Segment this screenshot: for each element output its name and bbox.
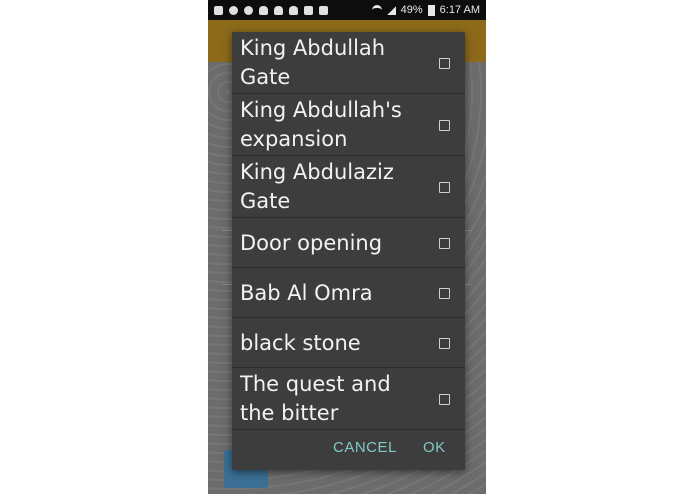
status-right: 49% 6:17 AM [371,4,486,16]
dialog-list-item[interactable]: Door opening [232,218,465,268]
item-label-line: King Abdullah's [240,98,402,122]
wifi-icon [371,4,382,16]
status-bar: 49% 6:17 AM [208,0,486,20]
item-label: King Abdulaziz Gate [240,158,428,216]
item-label: Bab Al Omra [240,279,428,308]
item-label-line: the bitter [240,401,339,425]
checkbox[interactable] [439,237,450,249]
item-label: King Abdullah's expansion [240,96,428,154]
dialog-list-item[interactable]: black stone [232,318,465,368]
clock: 6:17 AM [439,4,480,16]
checkbox[interactable] [439,287,450,299]
phone-screen: 49% 6:17 AM King Abdullah Gate King Abdull… [208,0,486,494]
item-label-line: King Abdulaziz [240,160,394,184]
refresh-icon [229,5,238,15]
battery-percent: 49% [400,4,423,16]
checkbox[interactable] [439,119,450,131]
checkbox[interactable] [439,393,450,405]
dialog-list-item[interactable]: The quest and the bitter [232,368,465,430]
item-label: King Abdullah Gate [240,34,428,92]
dialog-actions: CANCEL OK [232,428,465,468]
messaging-icon [214,5,223,15]
item-label-line: Gate [240,65,291,89]
checkbox[interactable] [439,57,450,69]
item-label: Door opening [240,229,428,258]
item-label-line: Bab Al Omra [240,280,373,305]
item-label-line: black stone [240,330,361,355]
cancel-button[interactable]: CANCEL [333,439,397,456]
snapchat-icon [289,5,298,15]
dialog-list-item[interactable]: Bab Al Omra [232,268,465,318]
clipboard-icon [319,5,328,15]
snapchat-icon [274,5,283,15]
item-label-line: Door opening [240,230,383,255]
multi-select-dialog: King Abdullah Gate King Abdullah's expansio… [232,32,465,470]
ok-button[interactable]: OK [423,439,446,456]
notification-icons [208,5,328,15]
item-label-line: King Abdullah [240,36,386,60]
item-label: black stone [240,329,428,358]
snapchat-icon [259,5,268,15]
item-label-line: Gate [240,189,291,213]
battery-icon [427,4,435,16]
dialog-list-item[interactable]: King Abdullah's expansion [232,94,465,156]
image-icon [304,5,313,15]
checkbox[interactable] [439,337,450,349]
checkbox[interactable] [439,181,450,193]
signal-icon [386,5,396,15]
dialog-list-item[interactable]: King Abdulaziz Gate [232,156,465,218]
dialog-list-item[interactable]: King Abdullah Gate [232,32,465,94]
whatsapp-icon [244,5,253,15]
item-label-line: The quest and [240,372,391,396]
item-label: The quest and the bitter [240,370,428,428]
item-label-line: expansion [240,127,348,151]
